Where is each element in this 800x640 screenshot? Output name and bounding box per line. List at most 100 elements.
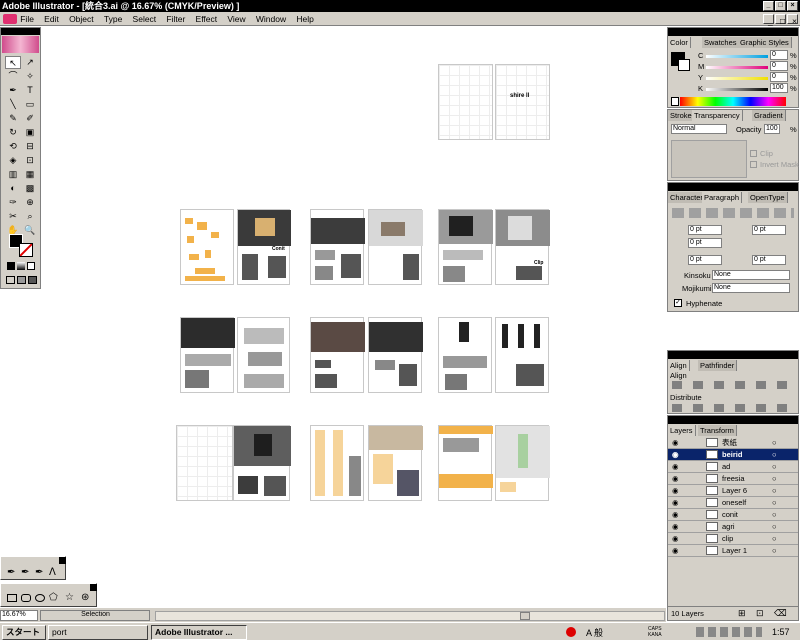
menu-file[interactable]: File xyxy=(16,13,38,26)
layer-row[interactable]: ◉ ad ○ xyxy=(668,461,798,473)
doc-close-button[interactable]: × xyxy=(787,14,798,26)
visibility-eye-icon[interactable]: ◉ xyxy=(672,509,679,521)
panel-titlebar[interactable] xyxy=(668,416,798,424)
scrollbar-thumb[interactable] xyxy=(520,612,530,620)
live-paint-tool-icon[interactable]: ✑ xyxy=(5,196,21,209)
blend-tool-icon[interactable]: ▩ xyxy=(22,182,38,195)
tab-gradient[interactable]: Gradient xyxy=(752,110,786,121)
new-sublayer-icon[interactable]: ⊞ xyxy=(738,608,746,619)
none-color-icon[interactable] xyxy=(671,97,679,106)
menu-filter[interactable]: Filter xyxy=(162,13,189,26)
symbol-sprayer-tool-icon[interactable]: ◈ xyxy=(5,154,21,167)
taskbar-item-port[interactable]: port xyxy=(48,625,148,640)
pen-tool-icon[interactable]: ✒ xyxy=(7,567,15,578)
cyan-input[interactable]: 0 xyxy=(770,50,788,60)
tab-paragraph[interactable]: Paragraph xyxy=(702,192,743,203)
target-circle-icon[interactable]: ○ xyxy=(772,485,777,497)
type-tool-icon[interactable]: T xyxy=(22,84,38,97)
scale-tool-icon[interactable]: ▣ xyxy=(22,126,38,139)
menu-help[interactable]: Help xyxy=(292,13,317,26)
menu-type[interactable]: Type xyxy=(100,13,126,26)
gradient-mode-icon[interactable] xyxy=(17,262,25,270)
ellipse-tool-icon[interactable] xyxy=(35,594,45,602)
paintbrush-tool-icon[interactable]: ✎ xyxy=(5,112,21,125)
add-anchor-icon[interactable]: ✒ xyxy=(21,567,29,578)
blend-mode-select[interactable]: Normal xyxy=(671,124,727,134)
none-mode-icon[interactable] xyxy=(27,262,35,270)
flare-tool-icon[interactable]: ⊛ xyxy=(81,592,89,603)
tab-character[interactable]: Character xyxy=(668,192,706,203)
free-transform-tool-icon[interactable]: ⊟ xyxy=(22,140,38,153)
menu-select[interactable]: Select xyxy=(129,13,161,26)
taskbar-item-illustrator[interactable]: Adobe Illustrator ... xyxy=(151,625,247,640)
target-circle-icon[interactable]: ○ xyxy=(772,473,777,485)
cyan-slider[interactable] xyxy=(706,55,768,58)
ime-icon[interactable] xyxy=(566,627,576,637)
stroke-color-swatch[interactable] xyxy=(19,243,33,257)
eyedropper-tool-icon[interactable]: ◐ xyxy=(5,182,21,195)
target-circle-icon[interactable]: ○ xyxy=(772,449,777,461)
screen-mode-full-no-menu-icon[interactable] xyxy=(28,276,37,284)
tool-palette-titlebar[interactable] xyxy=(1,28,40,35)
layer-row[interactable]: ◉ oneself ○ xyxy=(668,497,798,509)
target-circle-icon[interactable]: ○ xyxy=(772,521,777,533)
tab-graphic-styles[interactable]: Graphic Styles xyxy=(738,37,792,48)
hyphenate-checkbox[interactable]: ✓ xyxy=(674,299,682,307)
horizontal-scrollbar[interactable] xyxy=(155,611,665,621)
direct-selection-tool-icon[interactable]: ↗ xyxy=(22,56,38,69)
document-canvas[interactable]: shire ll Conit Clip xyxy=(0,27,666,608)
color-spectrum-bar[interactable] xyxy=(680,97,786,106)
menu-window[interactable]: Window xyxy=(252,13,290,26)
slice-tool-icon[interactable]: ⊕ xyxy=(22,196,38,209)
opacity-input[interactable]: 100 xyxy=(764,124,780,134)
visibility-eye-icon[interactable]: ◉ xyxy=(672,473,679,485)
space-before-input[interactable]: 0 pt xyxy=(688,255,722,265)
gradient-tool-icon[interactable]: ▦ xyxy=(22,168,38,181)
layer-row[interactable]: ◉ Layer 6 ○ xyxy=(668,485,798,497)
visibility-eye-icon[interactable]: ◉ xyxy=(672,449,679,461)
screen-mode-normal-icon[interactable] xyxy=(6,276,15,284)
clip-checkbox[interactable] xyxy=(750,150,757,157)
selection-tool-icon[interactable]: ↖ xyxy=(5,56,21,69)
menu-effect[interactable]: Effect xyxy=(192,13,222,26)
mesh-tool-icon[interactable]: ▥ xyxy=(5,168,21,181)
ime-mode-text[interactable]: A 般 xyxy=(586,626,603,639)
graph-tool-icon[interactable]: ⊡ xyxy=(22,154,38,167)
black-input[interactable]: 100 xyxy=(770,83,788,93)
first-line-indent-input[interactable]: 0 pt xyxy=(688,238,722,248)
stroke-color-swatch[interactable] xyxy=(678,59,690,71)
tab-color[interactable]: Color xyxy=(668,37,691,48)
visibility-eye-icon[interactable]: ◉ xyxy=(672,545,679,557)
layer-row[interactable]: ◉ freesia ○ xyxy=(668,473,798,485)
close-icon[interactable] xyxy=(90,584,97,591)
pencil-tool-icon[interactable]: ✐ xyxy=(22,112,38,125)
status-mode-select[interactable]: Selection xyxy=(40,610,150,621)
target-circle-icon[interactable]: ○ xyxy=(772,533,777,545)
black-slider[interactable] xyxy=(706,88,768,91)
alignment-buttons[interactable] xyxy=(672,208,794,218)
menu-object[interactable]: Object xyxy=(65,13,98,26)
target-circle-icon[interactable]: ○ xyxy=(772,545,777,557)
screen-mode-full-icon[interactable] xyxy=(17,276,26,284)
rectangle-tool-icon[interactable] xyxy=(7,594,17,602)
tab-pathfinder[interactable]: Pathfinder xyxy=(698,360,738,371)
target-circle-icon[interactable]: ○ xyxy=(772,497,777,509)
invert-mask-checkbox[interactable] xyxy=(750,161,757,168)
layer-row-selected[interactable]: ◉ beirid ○ xyxy=(668,449,798,461)
layer-row[interactable]: ◉ conit ○ xyxy=(668,509,798,521)
lasso-tool-icon[interactable]: ⌒ xyxy=(5,70,21,83)
menu-view[interactable]: View xyxy=(223,13,249,26)
warp-tool-icon[interactable]: ⟲ xyxy=(5,140,21,153)
tray-icons[interactable] xyxy=(696,627,762,637)
panel-titlebar[interactable] xyxy=(668,351,798,359)
delete-anchor-icon[interactable]: ✒ xyxy=(35,567,43,578)
star-tool-icon[interactable]: ☆ xyxy=(65,592,74,603)
distribute-buttons[interactable] xyxy=(672,404,796,412)
layer-row[interactable]: ◉ clip ○ xyxy=(668,533,798,545)
layer-row[interactable]: ◉ agri ○ xyxy=(668,521,798,533)
visibility-eye-icon[interactable]: ◉ xyxy=(672,497,679,509)
polygon-tool-icon[interactable]: ⬠ xyxy=(49,592,58,603)
close-icon[interactable] xyxy=(59,557,66,564)
tab-swatches[interactable]: Swatches xyxy=(702,37,740,48)
scissors-tool-icon[interactable]: ✂ xyxy=(5,210,21,223)
